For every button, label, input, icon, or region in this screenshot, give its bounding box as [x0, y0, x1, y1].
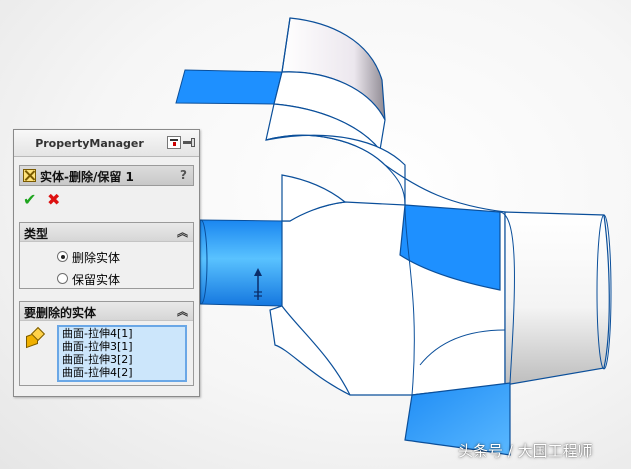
bodies-group-title: 要删除的实体: [24, 306, 97, 320]
ok-button[interactable]: ✔: [23, 192, 39, 208]
list-item[interactable]: 曲面-拉伸4[2]: [62, 366, 185, 379]
type-group-title: 类型: [24, 227, 49, 241]
radio-label-keep: 保留实体: [72, 273, 121, 287]
delete-body-feature-icon: [23, 169, 36, 182]
upper-left-flap: [175, 69, 283, 105]
collapse-chevron-icon[interactable]: ︽: [177, 224, 188, 240]
bodies-group-header[interactable]: 要删除的实体 ︽: [20, 302, 193, 321]
cancel-button[interactable]: ✖: [47, 192, 63, 208]
right-pipe: [504, 211, 610, 386]
type-group: 类型 ︽ 删除实体 保留实体: [19, 222, 194, 289]
radio-button[interactable]: [57, 273, 68, 284]
list-item[interactable]: 曲面-拉伸3[1]: [62, 340, 185, 353]
radio-button-selected[interactable]: [57, 251, 68, 262]
watermark: 头条号 / 大国工程师: [458, 442, 593, 460]
feature-title: 实体-删除/保留 1: [40, 170, 134, 184]
list-item[interactable]: 曲面-拉伸4[1]: [62, 327, 185, 340]
feature-title-bar: 实体-删除/保留 1 ?: [19, 165, 194, 186]
radio-label-delete: 删除实体: [72, 251, 121, 265]
bodies-to-delete-group: 要删除的实体 ︽ 曲面-拉伸4[1] 曲面-拉伸3[1] 曲面-拉伸3[2] 曲…: [19, 301, 194, 386]
type-group-header[interactable]: 类型 ︽: [20, 223, 193, 242]
property-manager-title: PropertyManager: [35, 137, 144, 150]
property-manager-panel: PropertyManager 实体-删除/保留 1 ? ✔ ✖ 类型 ︽ 删除…: [13, 129, 200, 397]
pin-icon[interactable]: [183, 137, 196, 148]
left-pipe-surface: [199, 219, 283, 307]
display-pane-icon[interactable]: [167, 136, 181, 149]
property-manager-header: PropertyManager: [14, 130, 199, 157]
help-button[interactable]: ?: [180, 168, 187, 182]
bodies-selection-icon: [25, 328, 42, 345]
list-item[interactable]: 曲面-拉伸3[2]: [62, 353, 185, 366]
collapse-chevron-icon[interactable]: ︽: [177, 303, 188, 319]
bodies-selection-list[interactable]: 曲面-拉伸4[1] 曲面-拉伸3[1] 曲面-拉伸3[2] 曲面-拉伸4[2]: [57, 325, 187, 382]
